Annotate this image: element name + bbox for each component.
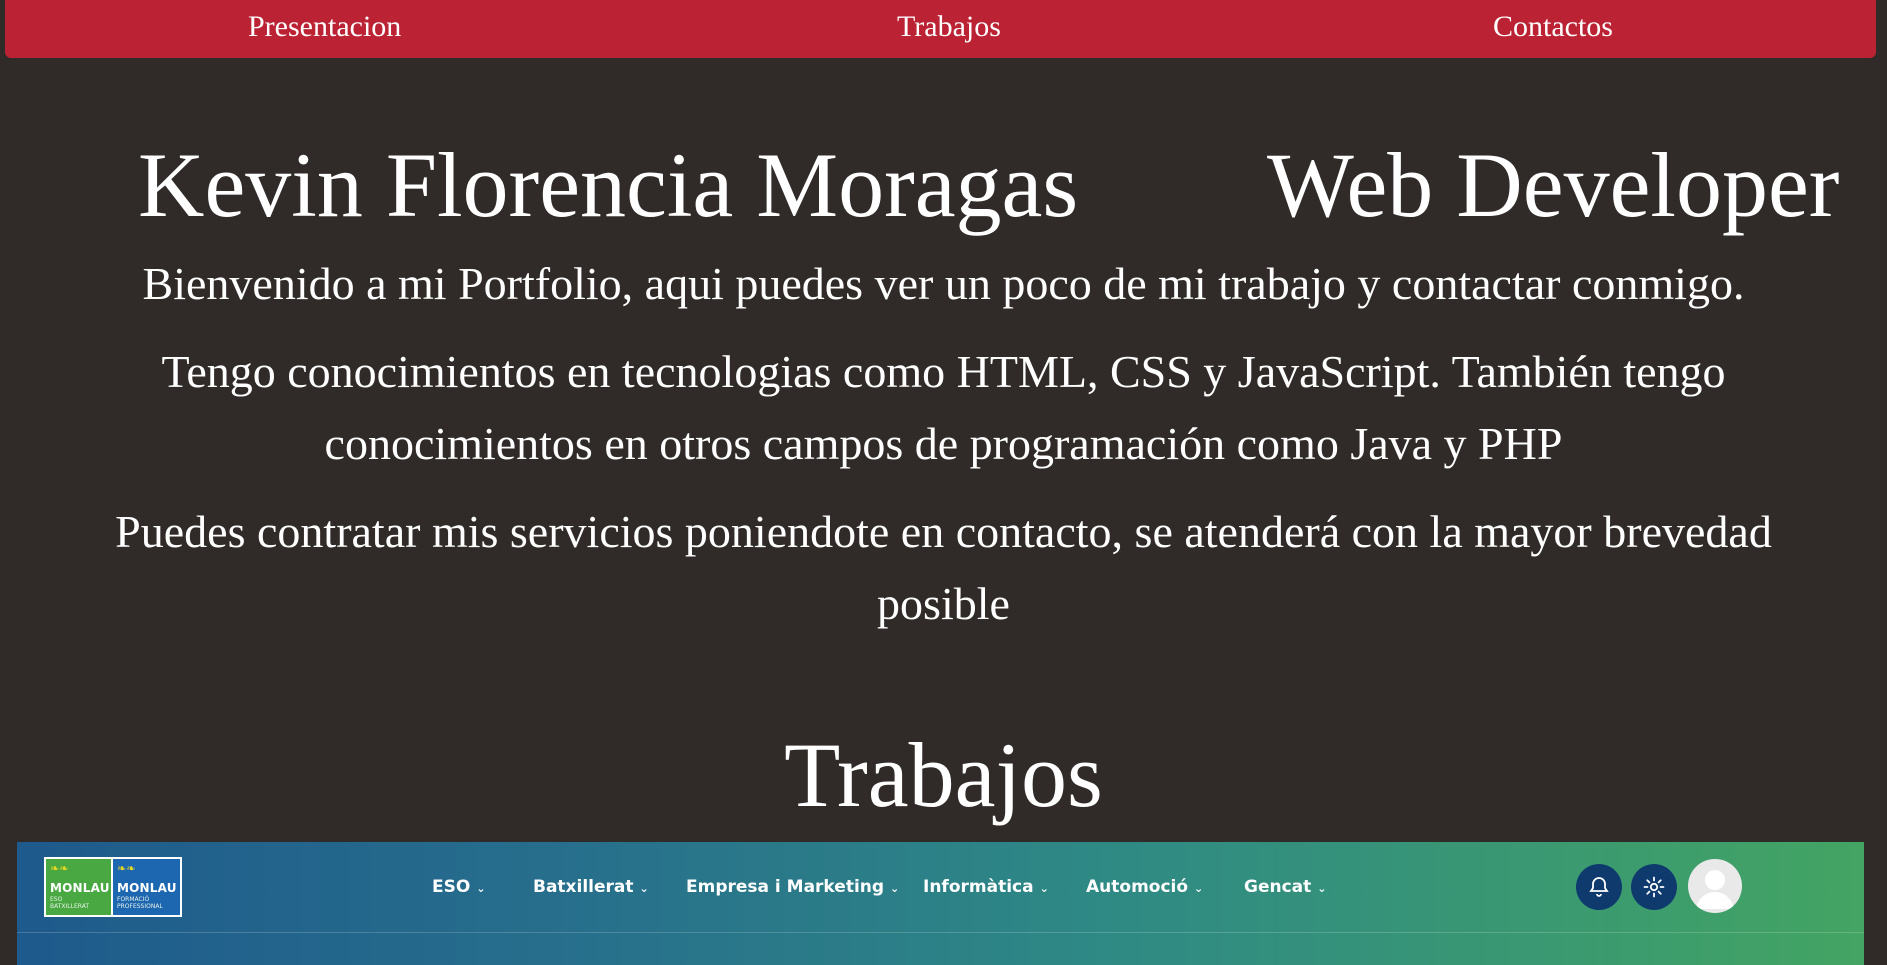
menu-item-batxillerat[interactable]: Batxillerat ⌄	[533, 877, 649, 897]
menu-item-label: Informàtica	[923, 877, 1034, 897]
logo-sub-right: FORMACIÓ PROFESSIONAL	[117, 896, 163, 910]
chevron-down-icon: ⌄	[639, 882, 649, 895]
logo-brand-left: MONLAU	[50, 881, 110, 895]
chevron-down-icon: ⌄	[1194, 882, 1204, 895]
logo-eso-batxillerat: ❧❧ MONLAU ESO BATXILLERAT	[46, 859, 113, 915]
intro-welcome: Bienvenido a mi Portfolio, aqui puedes v…	[142, 258, 1745, 309]
notifications-button[interactable]	[1576, 864, 1622, 910]
user-avatar[interactable]	[1688, 859, 1742, 913]
user-avatar-icon	[1696, 870, 1734, 909]
logo-formacio-professional: ❧❧ MONLAU FORMACIÓ PROFESSIONAL	[113, 859, 180, 915]
menu-item-label: Empresa i Marketing	[686, 877, 885, 897]
settings-button[interactable]	[1631, 864, 1677, 910]
chevron-down-icon: ⌄	[1039, 882, 1049, 895]
monlau-logo: ❧❧ MONLAU ESO BATXILLERAT ❧❧ MONLAU FORM…	[44, 857, 182, 917]
works-title: Trabajos	[784, 724, 1103, 826]
chevron-down-icon: ⌄	[890, 882, 900, 895]
menu-item-label: ESO	[432, 877, 471, 897]
intro-skills: Tengo conocimientos en tecnologias como …	[161, 346, 1726, 469]
intro-hire: Puedes contratar mis servicios poniendot…	[115, 506, 1772, 629]
logo-brand-right: MONLAU	[117, 881, 177, 895]
menu-item-label: Gencat	[1244, 877, 1312, 897]
work-screenshot-monlau[interactable]: ❧❧ MONLAU ESO BATXILLERAT ❧❧ MONLAU FORM…	[17, 842, 1864, 965]
menu-item-label: Batxillerat	[533, 877, 634, 897]
menu-item-empresa-marketing[interactable]: Empresa i Marketing ⌄	[686, 877, 899, 897]
chevron-down-icon: ⌄	[1317, 882, 1327, 895]
nav-link-presentacion[interactable]: Presentacion	[248, 10, 401, 44]
nav-link-trabajos[interactable]: Trabajos	[897, 10, 1001, 44]
top-navbar: Presentacion Trabajos Contactos	[5, 0, 1876, 58]
menu-item-gencat[interactable]: Gencat ⌄	[1244, 877, 1326, 897]
menu-item-informatica[interactable]: Informàtica ⌄	[923, 877, 1049, 897]
bell-icon	[1589, 877, 1609, 897]
menu-item-label: Automoció	[1086, 877, 1189, 897]
hero-name: Kevin Florencia Moragas	[138, 134, 1079, 236]
gear-icon	[1643, 876, 1665, 898]
hero-role: Web Developer	[1267, 134, 1840, 236]
nav-link-contactos[interactable]: Contactos	[1493, 10, 1613, 44]
header-divider	[17, 932, 1864, 933]
menu-item-eso[interactable]: ESO ⌄	[432, 877, 486, 897]
chevron-down-icon: ⌄	[476, 882, 486, 895]
menu-item-automocio[interactable]: Automoció ⌄	[1086, 877, 1203, 897]
leaf-icon: ❧❧	[117, 862, 136, 875]
leaf-icon: ❧❧	[50, 862, 69, 875]
logo-sub-left: ESO BATXILLERAT	[50, 896, 90, 910]
